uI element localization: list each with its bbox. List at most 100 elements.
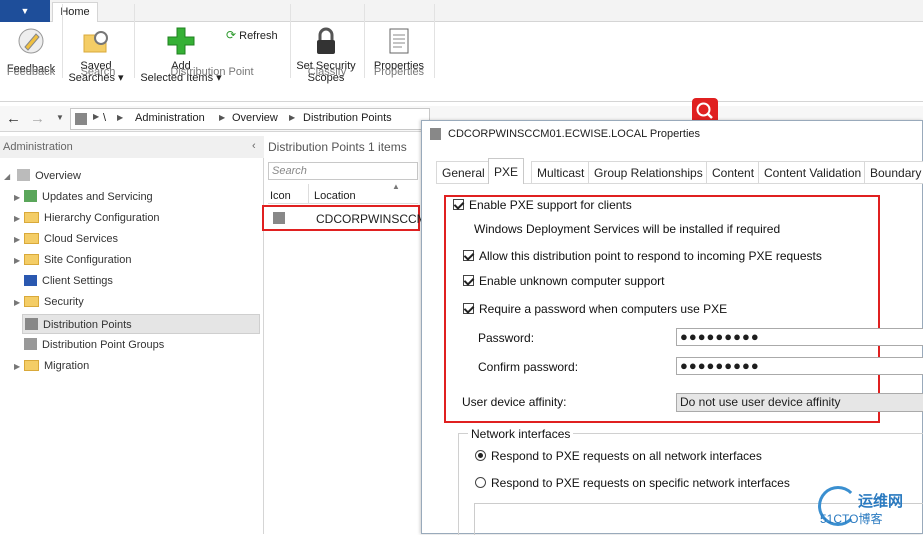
expand-arrow-icon: ▶ [14, 235, 21, 244]
tab-multicast[interactable]: Multicast [531, 161, 591, 183]
navigation-title: Administration [3, 141, 73, 153]
nav-item-distribution-point-groups[interactable]: Distribution Point Groups [24, 335, 164, 355]
folder-icon [24, 296, 39, 307]
ribbon-group-search: Search [80, 66, 116, 78]
unknown-computer-checkbox[interactable]: Enable unknown computer support [463, 274, 664, 288]
folder-icon [24, 360, 39, 371]
radio-specific-interfaces[interactable]: Respond to PXE requests on specific netw… [475, 476, 790, 490]
search-placeholder: Search [272, 165, 307, 177]
breadcrumb: ▶ \ ▶ Administration ▶ Overview ▶ Distri… [70, 108, 430, 130]
password-field[interactable]: ●●●●●●●●● [676, 328, 923, 346]
properties-icon [389, 28, 409, 54]
require-password-checkbox[interactable]: Require a password when computers use PX… [463, 302, 727, 316]
table-row[interactable]: CDCORPWINSCCM01 [262, 205, 440, 231]
ribbon-tab-bar [0, 0, 923, 22]
forward-arrow-icon[interactable]: → [30, 110, 45, 127]
sort-arrow-icon: ▲ [392, 182, 400, 191]
nav-item-security[interactable]: ▶ Security [14, 292, 84, 312]
chevron-right-icon: ▶ [219, 113, 226, 122]
user-device-affinity-select[interactable]: Do not use user device affinity [676, 393, 923, 412]
allow-respond-checkbox[interactable]: Allow this distribution point to respond… [463, 249, 822, 263]
nav-item-label: Distribution Points [43, 319, 132, 331]
tab-home[interactable]: Home [52, 2, 98, 23]
chevron-right-icon: ▶ [93, 112, 100, 121]
expand-arrow-icon: ▶ [14, 362, 21, 371]
tab-group-relationships[interactable]: Group Relationships [588, 161, 709, 183]
expand-arrow-icon: ▶ [14, 214, 21, 223]
nav-item-hierarchy-configuration[interactable]: ▶ Hierarchy Configuration [14, 208, 160, 228]
column-header-location[interactable]: Location [314, 190, 356, 202]
nav-item-cloud-services[interactable]: ▶ Cloud Services [14, 229, 118, 249]
dialog-title-bar: CDCORPWINSCCM01.ECWISE.LOCAL Properties [422, 121, 922, 147]
nav-item-label: Cloud Services [44, 233, 118, 245]
breadcrumb-root[interactable]: \ [103, 112, 106, 124]
tab-content[interactable]: Content [706, 161, 761, 183]
server-icon [430, 128, 441, 140]
checkbox-checked-icon [463, 303, 474, 314]
wds-note: Windows Deployment Services will be inst… [474, 222, 781, 236]
nav-item-label: Client Settings [42, 275, 113, 287]
allow-respond-label: Allow this distribution point to respond… [479, 249, 822, 263]
nav-item-label: Security [44, 296, 84, 308]
enable-pxe-checkbox[interactable]: Enable PXE support for clients [453, 198, 632, 212]
password-label: Password: [478, 331, 535, 345]
network-interfaces-title: Network interfaces [468, 427, 574, 441]
breadcrumb-item[interactable]: Overview [232, 112, 278, 124]
computer-icon [24, 275, 37, 286]
require-password-label: Require a password when computers use PX… [479, 302, 728, 316]
radio-unselected-icon [475, 477, 486, 488]
tab-boundary[interactable]: Boundary [864, 161, 923, 183]
chevron-right-icon: ▶ [117, 113, 124, 122]
overview-icon [17, 169, 31, 181]
checkbox-checked-icon [463, 250, 474, 261]
checkbox-checked-icon [463, 275, 474, 286]
nav-item-overview[interactable]: ◢ Overview [4, 166, 81, 186]
server-icon [25, 318, 38, 330]
server-icon [273, 212, 285, 224]
nav-item-updates-servicing[interactable]: ▶ Updates and Servicing [14, 187, 153, 207]
watermark-text: 运维网 [858, 493, 904, 510]
server-icon [75, 113, 87, 125]
confirm-password-label: Confirm password: [478, 360, 579, 374]
folder-icon [24, 254, 39, 265]
folder-search-icon [83, 31, 108, 53]
search-input[interactable]: Search [268, 162, 418, 180]
nav-item-label: Updates and Servicing [42, 191, 153, 203]
nav-item-distribution-points[interactable]: Distribution Points [22, 314, 260, 334]
nav-item-label: Distribution Point Groups [42, 339, 165, 351]
radio-all-label: Respond to PXE requests on all network i… [491, 449, 762, 463]
file-menu-button[interactable]: ▼ [0, 0, 50, 22]
refresh-icon: ⟳ [226, 28, 237, 42]
tab-content-validation[interactable]: Content Validation [758, 161, 868, 183]
server-group-icon [24, 338, 37, 350]
breadcrumb-item[interactable]: Distribution Points [303, 112, 392, 124]
tab-pxe[interactable]: PXE [488, 158, 525, 184]
tab-general[interactable]: General [436, 161, 491, 183]
collapse-arrow-icon[interactable]: ‹ [252, 140, 256, 152]
folder-icon [24, 212, 39, 223]
column-header-icon[interactable]: Icon [270, 190, 291, 202]
nav-item-migration[interactable]: ▶ Migration [14, 356, 89, 376]
confirm-password-field[interactable]: ●●●●●●●●● [676, 357, 923, 375]
expanded-arrow-icon: ◢ [4, 172, 11, 181]
list-header: Icon Location ▲ [268, 182, 418, 204]
checkbox-checked-icon [453, 199, 464, 210]
user-device-affinity-label: User device affinity: [462, 395, 567, 409]
expand-arrow-icon: ▶ [14, 256, 21, 265]
refresh-button[interactable]: ⟳ Refresh [226, 28, 286, 42]
properties-dialog: CDCORPWINSCCM01.ECWISE.LOCAL Properties … [421, 120, 923, 535]
history-dropdown-icon[interactable]: ▼ [56, 113, 64, 122]
updates-icon [24, 190, 37, 202]
back-arrow-icon[interactable]: ← [6, 110, 21, 127]
radio-selected-icon [475, 450, 486, 461]
nav-item-site-configuration[interactable]: ▶ Site Configuration [14, 250, 131, 270]
lock-icon [317, 27, 335, 54]
expand-arrow-icon: ▶ [14, 298, 21, 307]
radio-all-interfaces[interactable]: Respond to PXE requests on all network i… [475, 449, 762, 463]
breadcrumb-item[interactable]: Administration [135, 112, 205, 124]
chevron-right-icon: ▶ [289, 113, 296, 122]
enable-pxe-label: Enable PXE support for clients [469, 198, 632, 212]
feedback-icon [18, 28, 44, 54]
nav-item-client-settings[interactable]: Client Settings [24, 271, 113, 291]
ribbon-group-properties: Properties [373, 66, 425, 78]
